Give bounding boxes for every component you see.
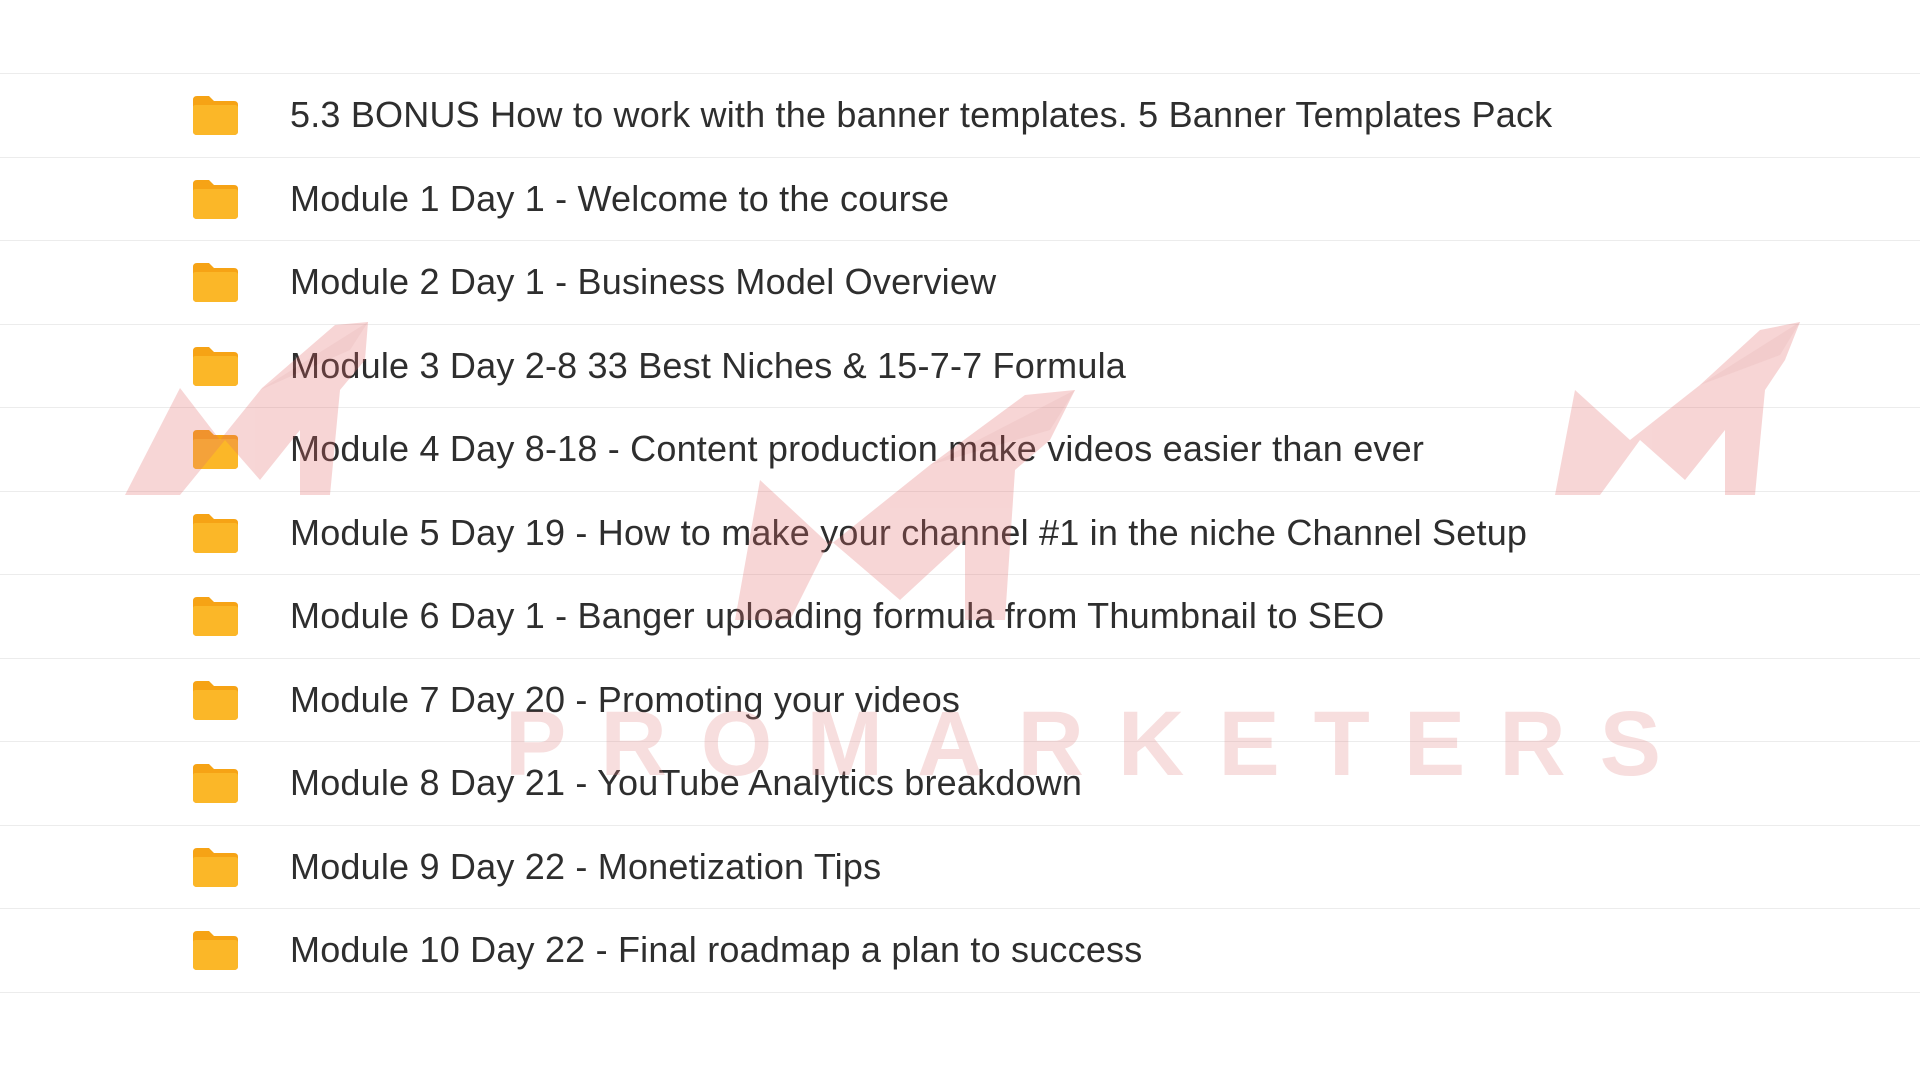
folder-icon bbox=[191, 846, 240, 888]
folder-name: Module 4 Day 8-18 - Content production m… bbox=[290, 428, 1425, 470]
folder-name: 5.3 BONUS How to work with the banner te… bbox=[290, 94, 1553, 136]
file-browser-page: 5.3 BONUS How to work with the banner te… bbox=[0, 0, 1920, 1080]
folder-name: Module 5 Day 19 - How to make your chann… bbox=[290, 511, 1528, 553]
folder-icon bbox=[191, 512, 240, 554]
folder-name: Module 9 Day 22 - Monetization Tips bbox=[290, 845, 882, 887]
folder-row[interactable]: Module 5 Day 19 - How to make your chann… bbox=[0, 492, 1920, 575]
folder-name: Module 7 Day 20 - Promoting your videos bbox=[290, 678, 961, 720]
folder-row[interactable]: Module 4 Day 8-18 - Content production m… bbox=[0, 408, 1920, 492]
folder-icon bbox=[191, 178, 240, 220]
folder-icon bbox=[191, 679, 240, 721]
folder-row[interactable]: Module 9 Day 22 - Monetization Tips bbox=[0, 826, 1920, 909]
folder-row[interactable]: Module 8 Day 21 - YouTube Analytics brea… bbox=[0, 742, 1920, 826]
folder-row[interactable]: Module 1 Day 1 - Welcome to the course bbox=[0, 158, 1920, 241]
folder-icon bbox=[191, 929, 240, 971]
folder-name: Module 8 Day 21 - YouTube Analytics brea… bbox=[290, 762, 1083, 804]
folder-name: Module 6 Day 1 - Banger uploading formul… bbox=[290, 595, 1385, 637]
folder-name: Module 1 Day 1 - Welcome to the course bbox=[290, 177, 950, 219]
folder-row[interactable]: Module 3 Day 2-8 33 Best Niches & 15-7-7… bbox=[0, 325, 1920, 408]
folder-icon bbox=[191, 94, 240, 136]
folder-icon bbox=[191, 345, 240, 387]
folder-list: 5.3 BONUS How to work with the banner te… bbox=[0, 73, 1920, 993]
folder-icon bbox=[191, 428, 240, 470]
folder-name: Module 3 Day 2-8 33 Best Niches & 15-7-7… bbox=[290, 344, 1126, 386]
folder-icon bbox=[191, 595, 240, 637]
folder-row[interactable]: 5.3 BONUS How to work with the banner te… bbox=[0, 74, 1920, 158]
folder-row[interactable]: Module 2 Day 1 - Business Model Overview bbox=[0, 241, 1920, 325]
folder-icon bbox=[191, 261, 240, 303]
folder-name: Module 2 Day 1 - Business Model Overview bbox=[290, 261, 997, 303]
folder-row[interactable]: Module 10 Day 22 - Final roadmap a plan … bbox=[0, 909, 1920, 993]
folder-icon bbox=[191, 762, 240, 804]
folder-row[interactable]: Module 6 Day 1 - Banger uploading formul… bbox=[0, 575, 1920, 659]
folder-name: Module 10 Day 22 - Final roadmap a plan … bbox=[290, 929, 1143, 971]
folder-row[interactable]: Module 7 Day 20 - Promoting your videos bbox=[0, 659, 1920, 742]
